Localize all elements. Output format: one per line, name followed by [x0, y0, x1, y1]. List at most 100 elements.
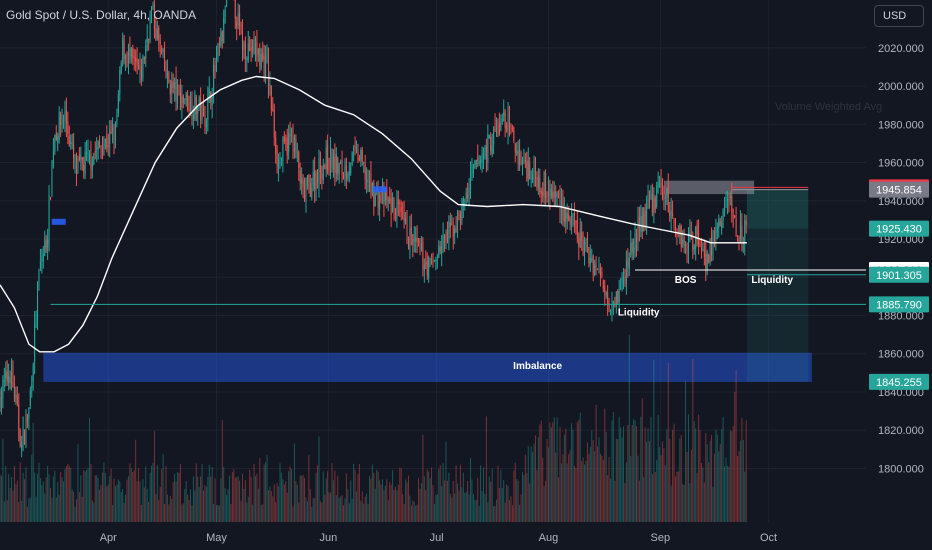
candle: [510, 124, 512, 127]
volume-bar: [345, 473, 347, 522]
volume-bar: [81, 496, 83, 522]
volume-bar: [187, 494, 189, 522]
volume-bar: [508, 500, 510, 522]
candle: [484, 146, 486, 158]
volume-bar: [312, 498, 314, 522]
volume-bar: [145, 466, 147, 522]
candle: [109, 130, 111, 145]
volume-bar: [565, 428, 567, 522]
y-tick-label: 2020.000: [878, 43, 924, 55]
volume-bar: [68, 465, 70, 522]
volume-bar: [471, 479, 473, 522]
candle: [511, 127, 513, 130]
volume-bar: [426, 469, 428, 522]
candle: [81, 157, 83, 163]
volume-bar: [289, 466, 291, 522]
volume-bar: [493, 506, 495, 522]
volume-bar: [696, 473, 698, 522]
volume-bar: [96, 474, 98, 522]
candle: [367, 178, 369, 182]
volume-bar: [39, 477, 41, 522]
volume-bar: [477, 477, 479, 522]
volume-bar: [156, 465, 158, 522]
volume-bar: [175, 481, 177, 522]
candle: [87, 149, 89, 151]
volume-bar: [379, 480, 381, 522]
volume-bar: [640, 416, 642, 522]
candle: [594, 264, 596, 275]
candle: [693, 246, 695, 250]
volume-bar: [703, 482, 705, 522]
small-blue-mark: [51, 218, 66, 225]
volume-bar: [738, 451, 740, 522]
candle: [452, 226, 454, 238]
candle: [125, 54, 127, 60]
volume-bar: [138, 468, 140, 522]
volume-bar: [679, 438, 681, 522]
volume-bar: [742, 439, 744, 522]
candle: [299, 170, 301, 184]
volume-bar: [357, 474, 359, 522]
volume-bar: [86, 469, 88, 522]
volume-bar: [413, 501, 415, 522]
candle: [379, 194, 381, 210]
volume-bar: [436, 494, 438, 522]
candle: [99, 141, 101, 147]
candle: [422, 241, 424, 269]
candle: [588, 247, 590, 264]
candle: [631, 242, 633, 253]
candle: [623, 275, 625, 281]
candle: [103, 146, 105, 156]
volume-bar: [543, 486, 545, 522]
volume-bar: [698, 414, 700, 522]
volume-bar: [35, 496, 37, 522]
candle: [90, 153, 92, 168]
candle: [659, 183, 661, 187]
y-tick-label: 2000.000: [878, 81, 924, 93]
candle: [136, 58, 138, 66]
y-tick-label: 1980.000: [878, 119, 924, 131]
volume-bar: [490, 481, 492, 522]
volume-bar: [151, 465, 153, 522]
candle: [282, 139, 284, 161]
candle: [107, 145, 109, 147]
candle: [405, 217, 407, 224]
volume-bar: [55, 497, 57, 522]
candle: [354, 145, 356, 147]
candle: [403, 213, 405, 222]
candle: [419, 240, 421, 250]
volume-bar: [114, 486, 116, 522]
volume-bar: [475, 500, 477, 522]
candle: [119, 70, 121, 94]
candle: [547, 179, 549, 197]
currency-button[interactable]: USD: [874, 5, 924, 27]
candle: [100, 147, 102, 151]
candle: [356, 144, 358, 150]
candle: [140, 64, 142, 81]
price-chart[interactable]: BOS Liquidity Liquidity Imbalance 1800.000 18…: [0, 0, 932, 550]
candle: [60, 114, 62, 125]
candle: [650, 191, 652, 200]
candle: [520, 151, 522, 166]
candle: [480, 159, 482, 164]
volume-bar: [677, 471, 679, 522]
candle: [129, 48, 131, 56]
candle: [93, 153, 95, 165]
candle: [576, 220, 578, 239]
candle: [507, 114, 509, 132]
candle: [413, 239, 415, 242]
volume-bar: [41, 485, 43, 522]
candle: [488, 134, 490, 138]
candle: [266, 57, 268, 59]
volume-bar: [80, 475, 82, 522]
candle: [670, 209, 672, 219]
candle: [48, 195, 50, 244]
volume-bar: [328, 492, 330, 522]
volume-bar: [256, 473, 258, 522]
volume-bar: [213, 503, 215, 522]
volume-bar: [195, 463, 197, 522]
volume-bar: [324, 494, 326, 522]
volume-bar: [702, 467, 704, 522]
candle: [602, 280, 604, 289]
volume-bar: [270, 491, 272, 522]
